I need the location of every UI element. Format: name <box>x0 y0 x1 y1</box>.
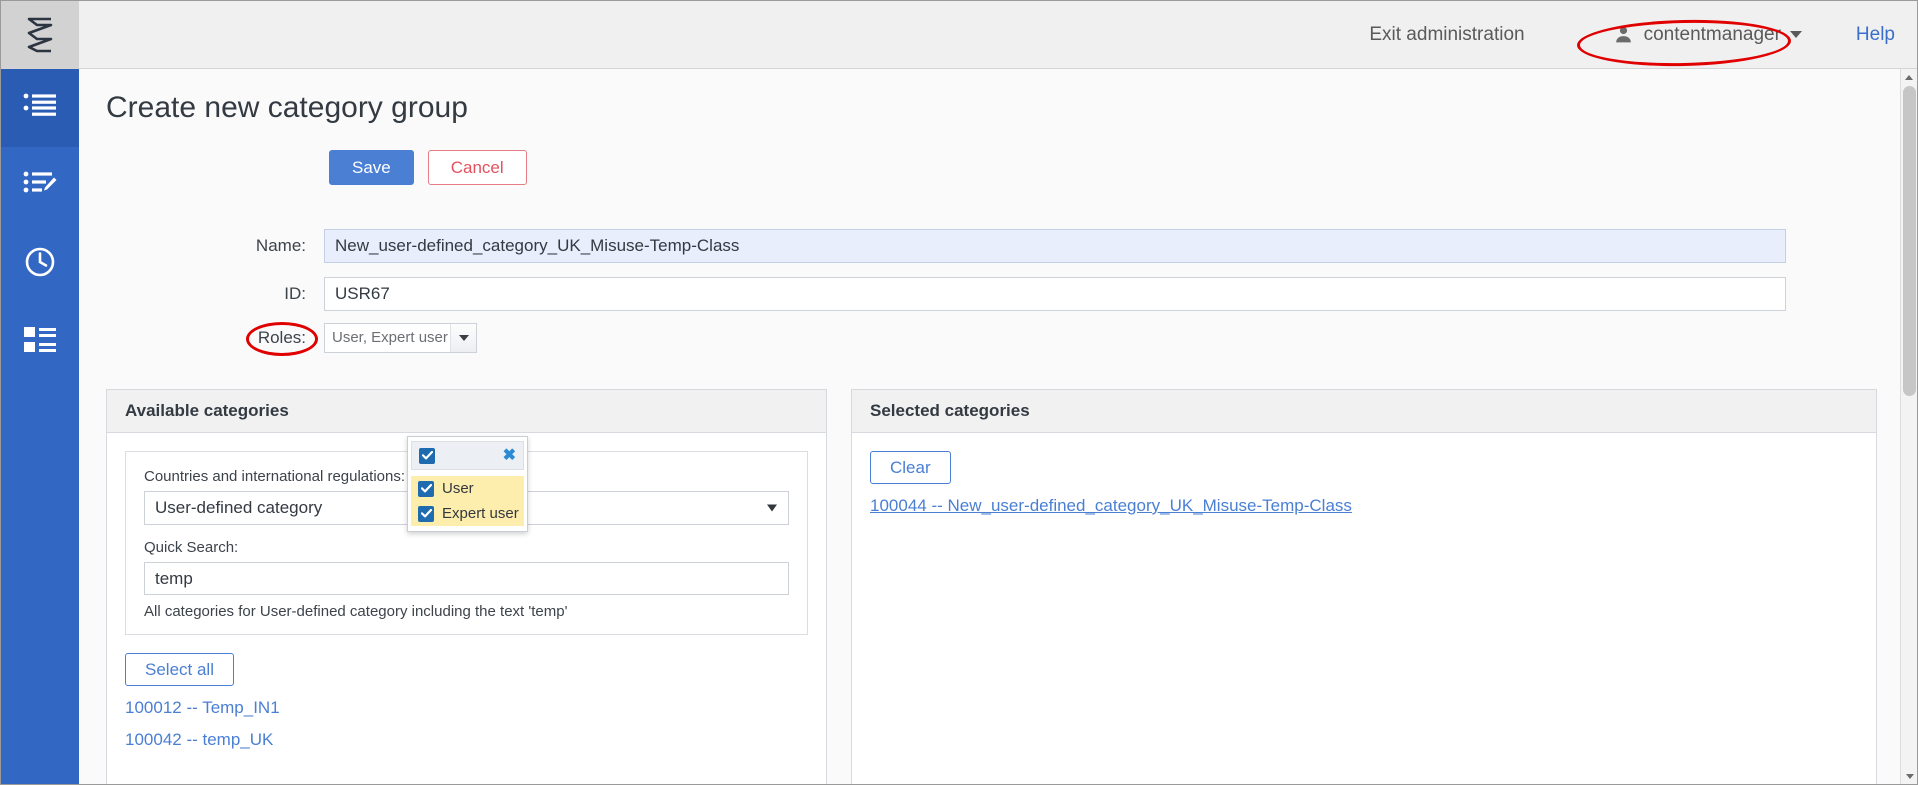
list-item[interactable]: 100044 -- New_user-defined_category_UK_M… <box>870 496 1858 516</box>
roles-dropdown-toggle[interactable] <box>450 324 476 352</box>
available-categories-title: Available categories <box>107 390 826 433</box>
list-item[interactable]: 100012 -- Temp_IN1 <box>125 698 808 718</box>
selected-categories-panel: Selected categories Clear 100044 -- New_… <box>851 389 1877 785</box>
list-edit-icon <box>23 170 57 203</box>
scroll-up-button[interactable] <box>1901 69 1917 86</box>
exit-administration-link[interactable]: Exit administration <box>1369 24 1524 46</box>
app-logo[interactable] <box>1 1 79 68</box>
name-label: Name: <box>80 236 324 256</box>
main-content: Create new category group Save Cancel Na… <box>80 69 1903 785</box>
application-window: Exit administration contentmanager Help <box>0 0 1918 785</box>
selected-category-list: 100044 -- New_user-defined_category_UK_M… <box>870 496 1858 516</box>
roles-option-label: User <box>442 480 474 497</box>
top-header-bar: Exit administration contentmanager Help <box>1 1 1918 69</box>
list-bullets-icon <box>23 92 57 125</box>
name-input[interactable]: New_user-defined_category_UK_Misuse-Temp… <box>324 229 1786 263</box>
list-item[interactable]: 100042 -- temp_UK <box>125 730 808 750</box>
stacked-layers-logo-icon <box>21 14 59 56</box>
select-all-button[interactable]: Select all <box>125 653 234 686</box>
person-icon <box>1613 24 1635 46</box>
caret-down-icon <box>459 335 469 341</box>
header-actions: Exit administration contentmanager Help <box>1369 1 1918 68</box>
checkbox-checked-icon[interactable] <box>419 448 435 464</box>
available-category-list: 100012 -- Temp_IN1 100042 -- temp_UK <box>125 698 808 750</box>
clock-icon <box>24 246 56 283</box>
roles-label-wrap: Roles: <box>80 328 324 348</box>
user-menu[interactable]: contentmanager <box>1587 18 1828 52</box>
cancel-button[interactable]: Cancel <box>428 150 527 185</box>
sidebar-item-blocks[interactable] <box>1 303 79 381</box>
roles-field-row: Roles: User, Expert user <box>80 323 1903 353</box>
checkbox-checked-icon[interactable] <box>418 506 434 522</box>
id-input[interactable]: USR67 <box>324 277 1786 311</box>
chevron-down-icon <box>1906 774 1914 779</box>
scrollbar-thumb[interactable] <box>1903 86 1916 396</box>
roles-selected-value: User, Expert user <box>325 324 450 352</box>
clear-button[interactable]: Clear <box>870 451 951 484</box>
save-button[interactable]: Save <box>329 150 414 185</box>
grid-blocks-icon <box>24 326 56 359</box>
quick-search-label: Quick Search: <box>144 539 789 556</box>
roles-option-user[interactable]: User <box>411 476 524 501</box>
selected-categories-body: Clear 100044 -- New_user-defined_categor… <box>852 433 1876 534</box>
scroll-down-button[interactable] <box>1901 768 1918 785</box>
chevron-up-icon <box>1905 75 1913 80</box>
help-link[interactable]: Help <box>1828 24 1895 46</box>
roles-dropdown-menu: ✖ User Expert user <box>407 436 528 532</box>
available-list-actions: Select all <box>125 653 808 686</box>
close-x-icon[interactable]: ✖ <box>503 448 516 464</box>
caret-down-icon <box>1790 31 1802 38</box>
page-title: Create new category group <box>106 91 468 125</box>
vertical-scrollbar[interactable] <box>1900 69 1917 785</box>
selected-categories-title: Selected categories <box>852 390 1876 433</box>
roles-option-label: Expert user <box>442 505 519 522</box>
name-field-row: Name: New_user-defined_category_UK_Misus… <box>80 229 1903 263</box>
search-result-hint: All categories for User-defined category… <box>144 603 789 620</box>
left-navigation-rail <box>1 69 79 785</box>
roles-select-all-row[interactable]: ✖ <box>411 441 524 470</box>
user-name-label: contentmanager <box>1644 24 1781 46</box>
quick-search-input[interactable]: temp <box>144 562 789 595</box>
checkbox-checked-icon[interactable] <box>418 481 434 497</box>
sidebar-item-history[interactable] <box>1 225 79 303</box>
id-label: ID: <box>80 284 324 304</box>
roles-option-expert-user[interactable]: Expert user <box>411 501 524 526</box>
regulations-selected-value: User-defined category <box>155 498 322 518</box>
caret-down-icon <box>767 505 777 512</box>
sidebar-item-edit-list[interactable] <box>1 147 79 225</box>
id-field-row: ID: USR67 <box>80 277 1903 311</box>
annotation-ellipse-roles <box>246 322 318 356</box>
sidebar-item-list[interactable] <box>1 69 79 147</box>
roles-multiselect[interactable]: User, Expert user <box>324 323 477 353</box>
form-action-buttons: Save Cancel <box>329 150 527 185</box>
